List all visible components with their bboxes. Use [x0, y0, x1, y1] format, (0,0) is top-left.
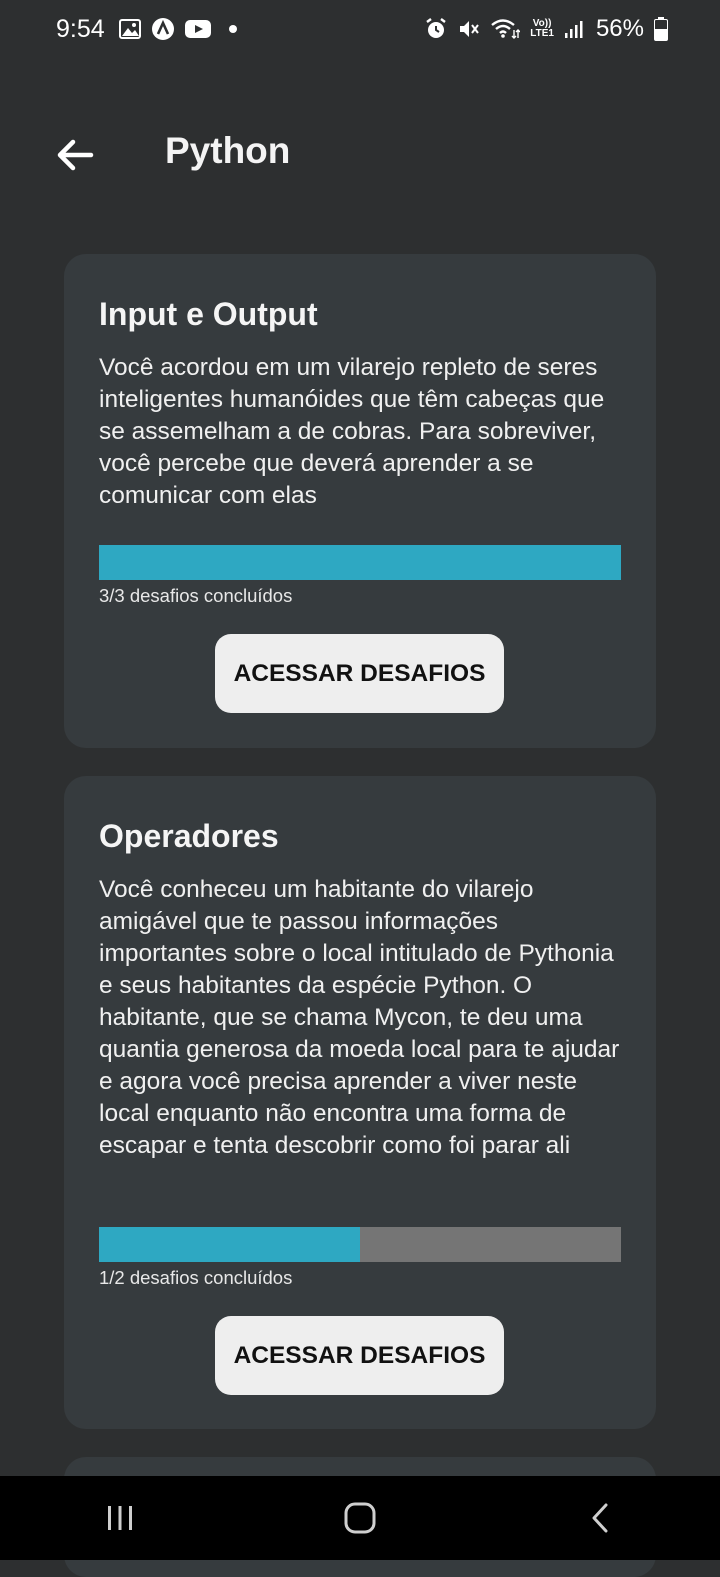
access-challenges-button[interactable]: ACESSAR DESAFIOS: [215, 1316, 504, 1395]
app-a-icon: [151, 17, 175, 41]
module-description: Você acordou em um vilarejo repleto de s…: [99, 354, 605, 509]
module-title: Input e Output: [99, 296, 318, 332]
progress-label: 3/3 desafios concluídos: [99, 585, 293, 606]
status-bar: 9:54 Vo)) LTE1 56%: [0, 0, 720, 58]
home-icon: [344, 1502, 376, 1534]
app-header: Python: [0, 110, 720, 200]
module-title: Operadores: [99, 818, 279, 854]
back-nav-button[interactable]: [540, 1476, 660, 1560]
alarm-icon: [424, 17, 448, 41]
progress-label: 1/2 desafios concluídos: [99, 1267, 293, 1288]
progress-bar: [99, 1227, 621, 1262]
system-nav-bar: [0, 1476, 720, 1560]
signal-icon: [564, 19, 584, 39]
module-card-operadores: Operadores Você conheceu um habitante do…: [64, 776, 656, 1429]
progress-fill: [99, 545, 621, 580]
status-bar-right: Vo)) LTE1 56%: [424, 15, 668, 43]
recent-apps-icon: [108, 1506, 132, 1530]
recent-apps-button[interactable]: [60, 1476, 180, 1560]
status-bar-left: 9:54: [56, 15, 237, 44]
arrow-left-icon: [57, 139, 94, 171]
mute-icon: [458, 18, 480, 40]
volte-icon: Vo)) LTE1: [530, 19, 554, 39]
status-time: 9:54: [56, 14, 105, 43]
access-challenges-button[interactable]: ACESSAR DESAFIOS: [215, 634, 504, 713]
volte-label-bottom: LTE1: [530, 28, 554, 39]
wifi-icon: [490, 18, 521, 40]
module-card-input-output: Input e Output Você acordou em um vilare…: [64, 254, 656, 748]
back-nav-icon: [592, 1503, 608, 1533]
page-title: Python: [165, 130, 291, 171]
gallery-icon: [118, 19, 141, 39]
back-button[interactable]: [52, 132, 98, 178]
battery-icon: [654, 17, 668, 41]
youtube-icon: [184, 19, 211, 39]
battery-percent: 56%: [595, 15, 644, 42]
progress-bar: [99, 545, 621, 580]
notification-dot-icon: [228, 25, 237, 33]
module-description: Você conheceu um habitante do vilarejo a…: [99, 876, 620, 1159]
home-button[interactable]: [300, 1476, 420, 1560]
progress-fill: [99, 1227, 360, 1262]
